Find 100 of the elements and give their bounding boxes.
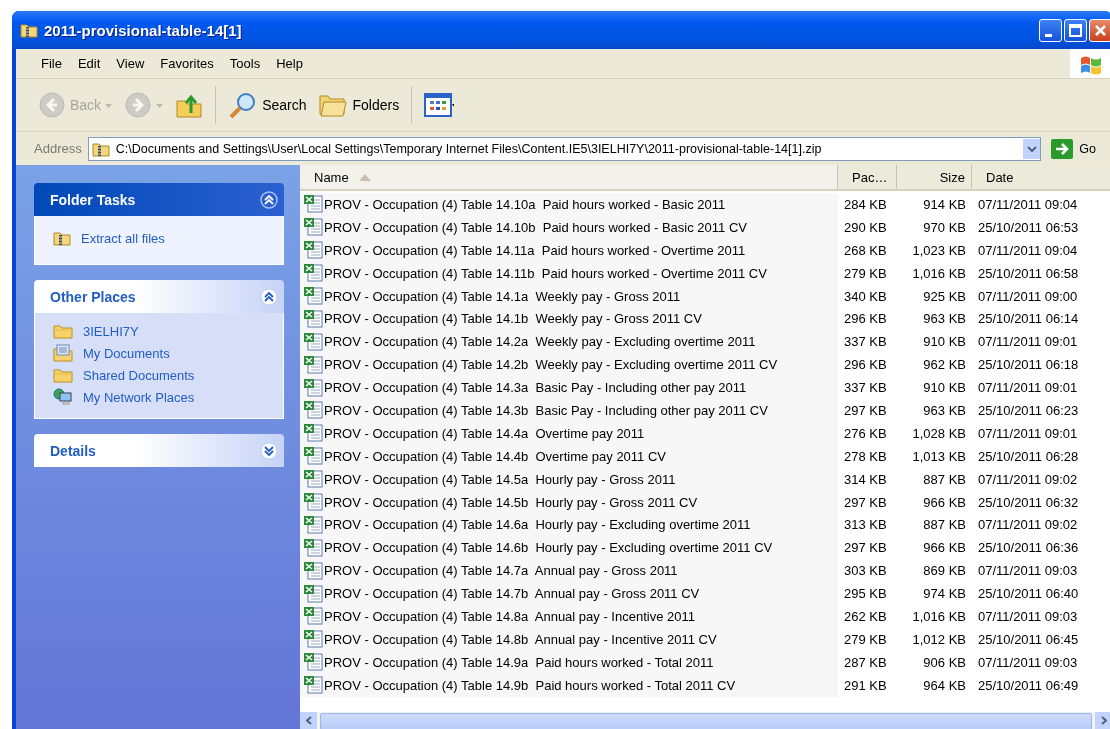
table-cell-text: 278 KB	[843, 448, 888, 464]
address-field[interactable]: C:\Documents and Settings\User\Local Settings\Temporary Internet Files\Content.IE5\3IELHI7Y\2011-provisional-table-14[1].zip	[87, 136, 1042, 161]
panel-header[interactable]: Details	[34, 434, 284, 467]
table-cell-text: 25/10/2011 06:53	[977, 219, 1080, 235]
panel-header[interactable]: Other Places	[34, 280, 284, 313]
table-cell-text: 25/10/2011 06:36	[977, 540, 1080, 556]
left-chevron-icon	[305, 716, 312, 725]
table-cell-text: 869 KB	[922, 563, 967, 579]
table-cell-text: 284 KB	[843, 196, 888, 212]
caret-icon	[105, 104, 113, 108]
table-cell-text: 1,023 KB	[911, 242, 967, 258]
table-cell-text: 887 KB	[922, 471, 967, 487]
folder-icon	[53, 367, 73, 383]
scroll-right-button[interactable]	[1095, 712, 1110, 729]
table-cell-text: 337 KB	[843, 380, 888, 396]
menu-item[interactable]: Tools	[222, 54, 268, 73]
table-cell-text: 1,016 KB	[911, 265, 967, 281]
table-cell-text: 887 KB	[922, 517, 967, 533]
spreadsheet-file-icon	[304, 287, 324, 305]
table-cell-text: 07/11/2011 09:04	[977, 196, 1079, 212]
task-link[interactable]: My Documents	[53, 344, 271, 362]
table-cell-text: 25/10/2011 06:40	[977, 586, 1080, 602]
table-cell-text: 07/11/2011 09:01	[977, 425, 1079, 441]
table-cell-text: 25/10/2011 06:45	[977, 631, 1080, 647]
menu-item[interactable]: Favorites	[153, 54, 221, 73]
table-cell-text: 962 KB	[922, 357, 967, 373]
table-cell-text: 25/10/2011 06:18	[977, 357, 1080, 373]
table-cell-text: 914 KB	[922, 196, 967, 212]
table-cell-text: 340 KB	[843, 288, 888, 304]
table-cell-text: 966 KB	[922, 494, 967, 510]
maximize-button[interactable]	[1064, 18, 1087, 42]
table-cell-text: 297 KB	[843, 402, 888, 418]
table-cell-text: 07/11/2011 09:02	[977, 471, 1079, 487]
table-cell-text: 970 KB	[922, 219, 967, 235]
table-cell-text: 276 KB	[843, 425, 888, 441]
table-cell-text: 07/11/2011 09:04	[977, 242, 1079, 258]
column-header[interactable]: Date	[972, 165, 1110, 189]
table-cell-text: 925 KB	[922, 288, 967, 304]
table-cell-text: 279 KB	[843, 631, 888, 647]
right-chevron-icon	[1100, 716, 1107, 725]
menu-item[interactable]: File	[34, 54, 69, 73]
go-button[interactable]: Go	[1047, 138, 1110, 159]
menu-item[interactable]: View	[109, 54, 152, 73]
folder-icon	[53, 323, 73, 339]
table-cell-text: 303 KB	[843, 563, 888, 579]
zip-folder-icon	[53, 230, 71, 246]
network-computer-icon	[53, 388, 73, 406]
table-cell-text: 296 KB	[843, 357, 888, 373]
table-cell-text: 313 KB	[843, 517, 888, 533]
table-cell-text: 25/10/2011 06:28	[977, 448, 1080, 464]
column-header[interactable]: Pac…	[838, 165, 897, 189]
table-cell-text: 297 KB	[843, 540, 888, 556]
column-header[interactable]: Size	[897, 165, 972, 189]
table-cell-text: 1,016 KB	[911, 608, 967, 624]
collapse-chevron-icon	[260, 190, 278, 209]
close-button[interactable]	[1089, 18, 1110, 42]
table-cell-text: 07/11/2011 09:03	[977, 563, 1079, 579]
table-cell-text: 07/11/2011 09:03	[977, 654, 1079, 670]
table-cell-text: 262 KB	[843, 608, 888, 624]
table-cell-text: 07/11/2011 09:01	[977, 380, 1079, 396]
zip-folder-icon	[91, 140, 110, 157]
table-cell-text: 25/10/2011 06:32	[977, 494, 1080, 510]
grid-view-icon	[424, 92, 455, 118]
table-cell-text: 297 KB	[843, 494, 888, 510]
caret-icon	[156, 104, 164, 108]
task-link[interactable]: 3IELHI7Y	[53, 323, 271, 339]
collapse-chevron-icon	[260, 287, 278, 306]
zip-folder-icon	[20, 22, 38, 38]
panel-header[interactable]: Folder Tasks	[34, 183, 284, 216]
table-cell-text: 07/11/2011 09:01	[977, 334, 1079, 350]
task-link[interactable]: Extract all files	[53, 230, 271, 246]
table-cell-text: 910 KB	[922, 380, 967, 396]
table-cell-text: 287 KB	[843, 654, 888, 670]
table-cell-text: 25/10/2011 06:23	[977, 402, 1080, 418]
task-link[interactable]: My Network Places	[53, 388, 271, 406]
task-link[interactable]: Shared Documents	[53, 367, 271, 383]
menu-item[interactable]: Help	[269, 54, 310, 73]
table-cell-text: 296 KB	[843, 311, 888, 327]
table-cell-text: 268 KB	[843, 242, 888, 258]
window-title: 2011-provisional-table-14[1]	[44, 21, 243, 39]
column-header[interactable]: Name	[300, 165, 838, 189]
table-cell-text: 295 KB	[843, 586, 888, 602]
menu-item[interactable]: Edit	[70, 54, 108, 73]
table-cell-text: 314 KB	[843, 471, 888, 487]
search-button[interactable]: Search	[224, 88, 311, 122]
table-cell-text: 963 KB	[922, 402, 967, 418]
minimize-button[interactable]	[1039, 18, 1062, 42]
table-cell-text: 337 KB	[843, 334, 888, 350]
close-icon	[1094, 23, 1107, 37]
table-cell-text: 07/11/2011 09:03	[977, 608, 1079, 624]
sort-arrow-icon	[358, 173, 371, 181]
table-cell-text: 290 KB	[843, 219, 888, 235]
table-cell-text: 07/11/2011 09:00	[977, 288, 1079, 304]
table-cell-text: 279 KB	[843, 265, 888, 281]
table-cell-text: 25/10/2011 06:58	[977, 265, 1080, 281]
table-cell-text: 1,012 KB	[911, 631, 967, 647]
table-cell-text: 1,028 KB	[911, 425, 967, 441]
table-cell-text: 291 KB	[843, 677, 888, 693]
scroll-left-button[interactable]	[300, 712, 317, 729]
folders-button[interactable]: Folders	[314, 89, 404, 121]
